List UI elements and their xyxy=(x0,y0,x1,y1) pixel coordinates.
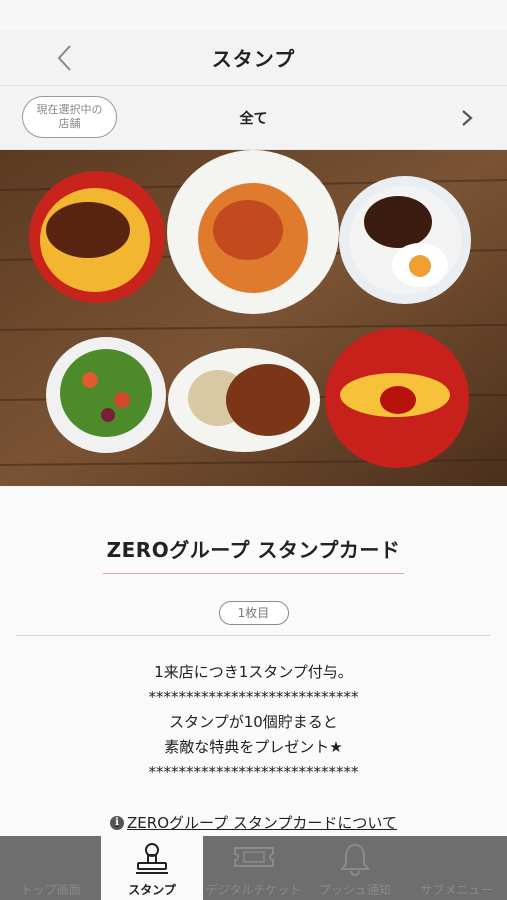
card-count-badge: 1枚目 xyxy=(218,601,289,625)
tab-label: プッシュ通知 xyxy=(318,883,391,897)
description-line: 素敵な特典をプレゼント★ xyxy=(164,738,343,756)
bell-icon xyxy=(339,843,371,876)
tab-submenu[interactable]: サブメニュー xyxy=(406,836,507,900)
back-button[interactable] xyxy=(50,42,78,74)
tab-label: スタンプ xyxy=(128,883,176,897)
card-title: ZEROグループ スタンプカード xyxy=(102,534,405,574)
description-line: **************************** xyxy=(148,763,359,781)
stamp-card-section: ZEROグループ スタンプカード 1枚目 1来店につき1スタンプ付与。 ****… xyxy=(0,486,507,848)
divider xyxy=(16,635,491,636)
current-store-button[interactable]: 現在選択中の 店舗 xyxy=(22,96,117,138)
store-value: 全て xyxy=(239,110,268,127)
hero-food-image xyxy=(0,150,507,486)
stamp-icon xyxy=(136,843,169,874)
bottom-tab-bar: トップ画面 スタンプ デジタルチケット プッシュ通知 サブメニュー xyxy=(0,836,507,900)
tab-push-notification[interactable]: プッシュ通知 xyxy=(304,836,405,900)
tab-label: トップ画面 xyxy=(20,883,81,897)
description-line: **************************** xyxy=(148,688,359,706)
about-card-link-label: ZEROグループ スタンプカードについて xyxy=(127,814,397,832)
chevron-right-icon xyxy=(462,110,473,126)
page-title: スタンプ xyxy=(211,47,296,71)
tab-top[interactable]: トップ画面 xyxy=(0,836,101,900)
about-card-link[interactable]: i ZEROグループ スタンプカードについて xyxy=(110,812,397,833)
tab-label: デジタルチケット xyxy=(205,883,302,897)
tab-stamp[interactable]: スタンプ xyxy=(101,836,203,900)
description-line: 1来店につき1スタンプ付与。 xyxy=(154,663,353,681)
header-bar: スタンプ xyxy=(0,30,507,86)
chevron-left-icon xyxy=(57,45,71,71)
tab-label: サブメニュー xyxy=(420,883,493,897)
card-description: 1来店につき1スタンプ付与。 *************************… xyxy=(0,660,507,785)
description-line: スタンプが10個貯まると xyxy=(169,713,338,731)
store-selector: 現在選択中の 店舗 全て xyxy=(0,86,507,150)
tab-digital-ticket[interactable]: デジタルチケット xyxy=(203,836,304,900)
next-store-button[interactable] xyxy=(457,106,477,130)
info-icon: i xyxy=(110,815,125,830)
status-bar xyxy=(0,0,507,30)
ticket-icon xyxy=(233,847,274,867)
